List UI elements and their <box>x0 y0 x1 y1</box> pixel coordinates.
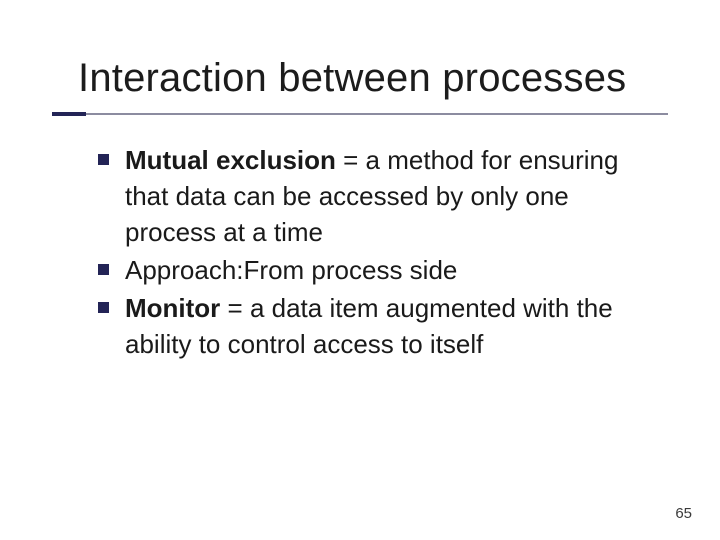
square-bullet-icon <box>98 154 109 165</box>
list-item: Monitor = a data item augmented with the… <box>98 290 658 362</box>
slide-title: Interaction between processes <box>78 56 626 101</box>
term-bold: Monitor <box>125 293 220 323</box>
rule-accent <box>52 112 86 116</box>
slide-body: Mutual exclusion = a method for ensuring… <box>98 142 658 364</box>
square-bullet-icon <box>98 302 109 313</box>
title-rule <box>52 112 668 116</box>
square-bullet-icon <box>98 264 109 275</box>
slide: Interaction between processes Mutual exc… <box>0 0 720 540</box>
page-number: 65 <box>675 505 692 522</box>
bullet-text: Approach:From process side <box>125 252 457 288</box>
bullet-text: Mutual exclusion = a method for ensuring… <box>125 142 658 250</box>
bullet-text: Monitor = a data item augmented with the… <box>125 290 658 362</box>
term-rest: Approach:From process side <box>125 255 457 285</box>
list-item: Approach:From process side <box>98 252 658 288</box>
list-item: Mutual exclusion = a method for ensuring… <box>98 142 658 250</box>
term-bold: Mutual exclusion <box>125 145 336 175</box>
rule-line <box>52 113 668 115</box>
